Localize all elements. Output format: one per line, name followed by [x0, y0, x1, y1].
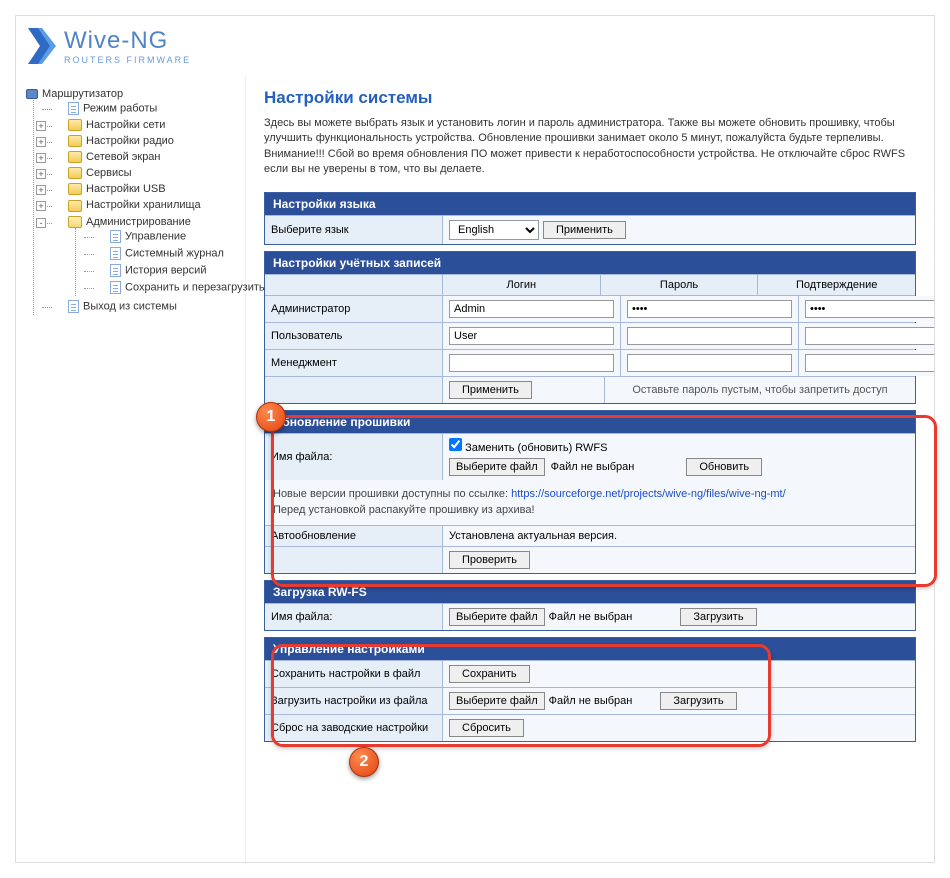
mgmt-pass-input[interactable]	[627, 354, 792, 372]
admin-pass-input[interactable]	[627, 300, 792, 318]
sidebar-item-radio[interactable]: +Настройки радио	[34, 133, 239, 149]
section-rwfs: Загрузка RW-FS Имя файла: Выберите файл …	[264, 580, 916, 631]
settings-save-button[interactable]: Сохранить	[449, 665, 530, 683]
sidebar-item-history[interactable]: История версий	[76, 262, 239, 279]
admin-login-input[interactable]	[449, 300, 614, 318]
section-language: Настройки языка Выберите язык English Пр…	[264, 192, 916, 245]
sidebar-item-usb[interactable]: +Настройки USB	[34, 181, 239, 197]
settings-load-label: Загрузить настройки из файла	[265, 688, 443, 714]
fw-auto-status: Установлена актуальная версия.	[443, 526, 915, 546]
rwfs-nofile-text: Файл не выбран	[549, 611, 633, 623]
main-content: Настройки системы Здесь вы можете выбрат…	[246, 76, 934, 862]
expand-icon[interactable]: +	[36, 201, 46, 211]
fw-check-button[interactable]: Проверить	[449, 551, 530, 569]
settings-load-button[interactable]: Загрузить	[660, 692, 736, 710]
logo-text: Wive-NG ROUTERS FIRMWARE	[64, 27, 191, 65]
folder-icon	[68, 151, 82, 163]
page-icon	[110, 264, 121, 277]
page-icon	[110, 281, 121, 294]
user-confirm-input[interactable]	[805, 327, 934, 345]
sidebar-item-services[interactable]: +Сервисы	[34, 165, 239, 181]
folder-icon	[68, 135, 82, 147]
fw-update-button[interactable]: Обновить	[686, 458, 762, 476]
col-login: Логин	[443, 275, 601, 295]
settings-save-label: Сохранить настройки в файл	[265, 661, 443, 687]
settings-reset-label: Сброс на заводские настройки	[265, 715, 443, 741]
collapse-icon[interactable]: -	[36, 218, 46, 228]
user-pass-input[interactable]	[627, 327, 792, 345]
sidebar-item-mode[interactable]: Режим работы	[34, 100, 239, 117]
page-icon	[110, 247, 121, 260]
logo-sub-text: ROUTERS FIRMWARE	[64, 55, 191, 65]
fw-file-label: Имя файла:	[265, 434, 443, 480]
settings-choose-file-button[interactable]: Выберите файл	[449, 692, 545, 710]
rwfs-file-label: Имя файла:	[265, 604, 443, 630]
language-label: Выберите язык	[265, 216, 443, 244]
user-login-input[interactable]	[449, 327, 614, 345]
badge-one: 1	[256, 402, 286, 432]
rwfs-upload-button[interactable]: Загрузить	[680, 608, 756, 626]
sidebar-item-network[interactable]: +Настройки сети	[34, 117, 239, 133]
rwfs-choose-file-button[interactable]: Выберите файл	[449, 608, 545, 626]
section-settings-mgmt: Управление настройками Сохранить настрой…	[264, 637, 916, 742]
sidebar-root[interactable]: Маршрутизатор Режим работы +Настройки се…	[22, 86, 239, 317]
expand-icon[interactable]: +	[36, 137, 46, 147]
col-pass: Пароль	[601, 275, 759, 295]
fw-replace-label: Заменить (обновить) RWFS	[465, 442, 607, 454]
badge-two: 2	[349, 747, 379, 777]
page-title: Настройки системы	[264, 88, 916, 108]
sidebar-item-storage[interactable]: +Настройки хранилища	[34, 197, 239, 213]
expand-icon[interactable]: +	[36, 121, 46, 131]
col-confirm: Подтверждение	[758, 275, 915, 295]
folder-open-icon	[68, 216, 82, 228]
folder-icon	[68, 167, 82, 179]
section-header-firmware: Обновление прошивки	[265, 411, 915, 433]
section-accounts: Настройки учётных записей Логин Пароль П…	[264, 251, 916, 404]
mgmt-confirm-input[interactable]	[805, 354, 934, 372]
section-header-language: Настройки языка	[265, 193, 915, 215]
accounts-hint: Оставьте пароль пустым, чтобы запретить …	[605, 377, 915, 403]
sidebar-item-save-reboot[interactable]: Сохранить и перезагрузить	[76, 279, 239, 296]
fw-auto-label: Автообновление	[265, 526, 443, 546]
expand-icon[interactable]: +	[36, 185, 46, 195]
row-user-label: Пользователь	[265, 323, 443, 349]
app-header: Wive-NG ROUTERS FIRMWARE	[16, 16, 934, 76]
row-mgmt-label: Менеджмент	[265, 350, 443, 376]
router-icon	[26, 89, 38, 99]
sidebar-item-admin[interactable]: -Администрирование Управление Системный …	[34, 214, 239, 298]
section-header-accounts: Настройки учётных записей	[265, 252, 915, 274]
language-apply-button[interactable]: Применить	[543, 221, 626, 239]
page-icon	[68, 102, 79, 115]
fw-choose-file-button[interactable]: Выберите файл	[449, 458, 545, 476]
logo-icon	[28, 24, 56, 68]
sidebar: Маршрутизатор Режим работы +Настройки се…	[16, 76, 246, 862]
page-icon	[110, 230, 121, 243]
section-header-rwfs: Загрузка RW-FS	[265, 581, 915, 603]
fw-link[interactable]: https://sourceforge.net/projects/wive-ng…	[511, 488, 786, 500]
expand-icon[interactable]: +	[36, 153, 46, 163]
language-select[interactable]: English	[449, 220, 539, 240]
section-firmware: Обновление прошивки Имя файла: Заменить …	[264, 410, 916, 574]
logo-main-text: Wive-NG	[64, 27, 191, 55]
fw-nofile-text: Файл не выбран	[551, 461, 635, 473]
settings-reset-button[interactable]: Сбросить	[449, 719, 524, 737]
folder-icon	[68, 119, 82, 131]
page-icon	[68, 300, 79, 313]
page-intro: Здесь вы можете выбрать язык и установит…	[264, 116, 916, 178]
admin-confirm-input[interactable]	[805, 300, 934, 318]
sidebar-item-syslog[interactable]: Системный журнал	[76, 245, 239, 262]
settings-nofile-text: Файл не выбран	[549, 695, 633, 707]
row-admin-label: Администратор	[265, 296, 443, 322]
mgmt-login-input[interactable]	[449, 354, 614, 372]
folder-icon	[68, 183, 82, 195]
fw-note: Новые версии прошивки доступны по ссылке…	[265, 480, 915, 525]
section-header-settings-mgmt: Управление настройками	[265, 638, 915, 660]
fw-replace-checkbox[interactable]	[449, 438, 462, 451]
sidebar-item-firewall[interactable]: +Сетевой экран	[34, 149, 239, 165]
sidebar-item-management[interactable]: Управление	[76, 228, 239, 245]
sidebar-item-logout[interactable]: Выход из системы	[34, 298, 239, 315]
accounts-apply-button[interactable]: Применить	[449, 381, 532, 399]
expand-icon[interactable]: +	[36, 169, 46, 179]
folder-icon	[68, 200, 82, 212]
